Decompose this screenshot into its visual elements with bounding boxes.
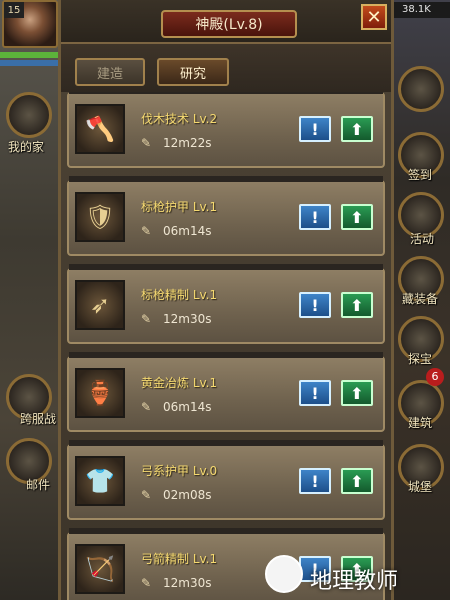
gold-icon: 🏺 bbox=[75, 368, 125, 418]
scroll-icon: ✎ bbox=[141, 312, 152, 326]
item-time: 12m30s bbox=[163, 312, 212, 326]
tab-bar: 建造 研究 bbox=[61, 44, 391, 92]
item-name: 标枪护甲 Lv.1 bbox=[141, 200, 218, 214]
tab-research[interactable]: 研究 bbox=[157, 58, 229, 86]
scroll-icon: ✎ bbox=[141, 576, 152, 590]
research-item-javelin-refine: ➶ 标枪精制 Lv.1 ✎ 12m30s ! ⬆ bbox=[67, 264, 385, 344]
activity-label: 活动 bbox=[409, 232, 434, 246]
temple-panel: 神殿(Lv.8) ✕ 建造 研究 🪓 伐木技术 Lv.2 ✎ 12m22s ! … bbox=[58, 0, 394, 600]
research-item-bow-armor: 👕 弓系护甲 Lv.0 ✎ 02m08s ! ⬆ bbox=[67, 440, 385, 520]
my-home-label: 我的家 bbox=[8, 140, 45, 154]
armor-icon: 👕 bbox=[75, 456, 125, 506]
scroll-icon: ✎ bbox=[141, 488, 152, 502]
info-button[interactable]: ! bbox=[299, 204, 331, 230]
equip-label: 藏装备 bbox=[401, 292, 438, 306]
signin-label: 签到 bbox=[407, 168, 432, 182]
mail-label: 邮件 bbox=[26, 478, 51, 492]
research-item-logging: 🪓 伐木技术 Lv.2 ✎ 12m22s ! ⬆ bbox=[67, 92, 385, 168]
info-button[interactable]: ! bbox=[299, 116, 331, 142]
left-scene bbox=[0, 0, 64, 600]
game-screen: 15 38.1K 我的家 跨服战 邮件 签到 活动 藏装备 探宝 6 建筑 城堡… bbox=[0, 0, 450, 600]
shield-icon: 🛡 bbox=[75, 192, 125, 242]
item-time: 12m30s bbox=[163, 576, 212, 590]
castle-label: 城堡 bbox=[407, 480, 432, 494]
notification-badge: 6 bbox=[426, 368, 444, 386]
watermark-logo bbox=[265, 555, 303, 593]
mana-bar bbox=[0, 60, 58, 66]
research-item-javelin-armor: 🛡 标枪护甲 Lv.1 ✎ 06m14s ! ⬆ bbox=[67, 176, 385, 256]
scroll-icon: ✎ bbox=[141, 400, 152, 414]
resource-counter: 38.1K bbox=[388, 2, 450, 18]
player-avatar[interactable]: 15 bbox=[2, 0, 58, 48]
item-name: 伐木技术 Lv.2 bbox=[141, 112, 218, 126]
item-name: 弓系护甲 Lv.0 bbox=[141, 464, 218, 478]
axe-icon: 🪓 bbox=[75, 104, 125, 154]
upgrade-button[interactable]: ⬆ bbox=[341, 468, 373, 494]
upgrade-button[interactable]: ⬆ bbox=[341, 380, 373, 406]
info-button[interactable]: ! bbox=[299, 292, 331, 318]
item-time: 12m22s bbox=[163, 136, 212, 150]
health-bar bbox=[0, 52, 58, 58]
item-name: 黄金冶炼 Lv.1 bbox=[141, 376, 218, 390]
upgrade-button[interactable]: ⬆ bbox=[341, 116, 373, 142]
item-name: 标枪精制 Lv.1 bbox=[141, 288, 218, 302]
building-label: 建筑 bbox=[407, 416, 432, 430]
panel-title: 神殿(Lv.8) bbox=[161, 10, 297, 38]
panel-header: 神殿(Lv.8) ✕ bbox=[61, 0, 391, 44]
arrows-icon: 🏹 bbox=[75, 544, 125, 594]
upgrade-button[interactable]: ⬆ bbox=[341, 204, 373, 230]
cross-server-label: 跨服战 bbox=[20, 412, 57, 426]
research-item-gold-smelting: 🏺 黄金冶炼 Lv.1 ✎ 06m14s ! ⬆ bbox=[67, 352, 385, 432]
item-name: 弓箭精制 Lv.1 bbox=[141, 552, 218, 566]
item-time: 02m08s bbox=[163, 488, 212, 502]
close-button[interactable]: ✕ bbox=[361, 4, 387, 30]
player-level: 15 bbox=[4, 2, 24, 18]
scroll-icon: ✎ bbox=[141, 136, 152, 150]
my-home-button[interactable] bbox=[6, 92, 52, 138]
right-orb-button[interactable] bbox=[398, 66, 444, 112]
javelin-icon: ➶ bbox=[75, 280, 125, 330]
info-button[interactable]: ! bbox=[299, 380, 331, 406]
scroll-icon: ✎ bbox=[141, 224, 152, 238]
research-list[interactable]: 🪓 伐木技术 Lv.2 ✎ 12m22s ! ⬆ 🛡 标枪护甲 Lv.1 ✎ 0… bbox=[61, 92, 391, 600]
watermark-text: 地理教师 bbox=[310, 569, 399, 594]
upgrade-button[interactable]: ⬆ bbox=[341, 292, 373, 318]
info-button[interactable]: ! bbox=[299, 468, 331, 494]
item-time: 06m14s bbox=[163, 400, 212, 414]
tab-build[interactable]: 建造 bbox=[75, 58, 145, 86]
item-time: 06m14s bbox=[163, 224, 212, 238]
treasure-label: 探宝 bbox=[407, 352, 432, 366]
